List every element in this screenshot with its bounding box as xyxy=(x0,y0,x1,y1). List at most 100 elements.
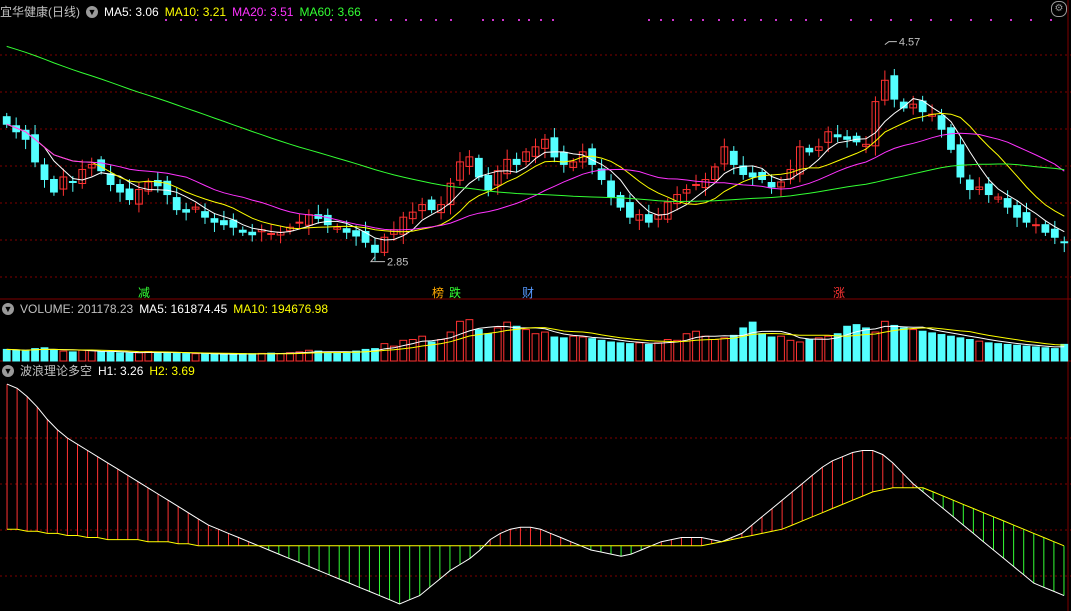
volume-bar xyxy=(729,334,738,362)
volume-bar xyxy=(626,343,634,362)
volume-bar xyxy=(673,339,682,362)
volume-bar xyxy=(1050,348,1059,362)
volume-bar xyxy=(50,348,58,362)
volume-bar xyxy=(588,338,597,362)
signal-dot xyxy=(660,19,662,21)
signal-dot xyxy=(482,19,484,21)
volume-bar xyxy=(21,350,30,362)
candle-body xyxy=(116,184,124,193)
signal-dot xyxy=(970,19,972,21)
volume-bar xyxy=(644,343,653,362)
candle-body xyxy=(68,180,77,183)
volume-bar xyxy=(172,352,181,362)
signal-dot xyxy=(405,19,407,21)
volume-bar xyxy=(805,339,814,362)
volume-bar xyxy=(748,321,757,362)
volume-bar xyxy=(956,337,965,362)
signal-dot xyxy=(890,19,892,21)
signal-dot xyxy=(805,19,807,21)
volume-bar xyxy=(12,349,21,362)
marker-rise[interactable]: 涨 xyxy=(833,286,845,300)
volume-bar xyxy=(711,339,719,362)
ma5-line xyxy=(6,98,1065,241)
volume-bar xyxy=(843,325,852,362)
candle-body xyxy=(106,173,115,186)
candle-body xyxy=(371,244,379,253)
volume-bar xyxy=(692,330,700,362)
signal-dot xyxy=(375,19,377,21)
volume-bar xyxy=(78,349,87,362)
candle-body xyxy=(937,115,946,130)
volume-bar xyxy=(163,352,172,362)
signal-dot xyxy=(910,19,912,21)
candle-body xyxy=(361,230,370,243)
signal-dot xyxy=(690,19,692,21)
volume-bar xyxy=(229,353,238,362)
volume-bar xyxy=(1032,346,1040,362)
volume-bar xyxy=(824,335,833,362)
marker-fall[interactable]: 跌 xyxy=(449,286,461,300)
volume-bar xyxy=(786,339,795,362)
volume-bar xyxy=(512,325,521,362)
candle-body xyxy=(427,199,436,211)
volume-bar xyxy=(559,337,568,362)
signal-dot xyxy=(990,19,992,21)
low-price-label: 2.85 xyxy=(387,257,408,269)
volume-bar xyxy=(135,352,143,362)
volume-bar xyxy=(418,335,427,362)
volume-bar xyxy=(937,334,946,362)
volume-bar xyxy=(68,351,77,362)
volume-bar xyxy=(323,352,332,362)
volume-bar xyxy=(182,353,191,362)
vol-ma5-readout: MA5: 161874.45 xyxy=(139,302,228,316)
signal-dot xyxy=(930,19,932,21)
candle-body xyxy=(692,184,700,187)
candle-body xyxy=(2,116,11,125)
volume-bar xyxy=(947,335,955,362)
signal-dot xyxy=(502,19,504,21)
volume-bars xyxy=(2,319,1069,362)
signal-dot xyxy=(435,19,437,21)
volume-bar xyxy=(248,353,257,362)
ma60-line xyxy=(6,45,1065,203)
low-pointer xyxy=(369,256,385,263)
signal-dot xyxy=(744,19,746,21)
candle-body xyxy=(956,144,965,178)
candle-body xyxy=(512,158,521,165)
vol-ma10-readout: MA10: 194676.98 xyxy=(233,302,329,316)
volume-bar xyxy=(871,331,880,362)
volume-bar xyxy=(862,327,870,362)
candle-body xyxy=(248,231,257,236)
signal-dot xyxy=(528,19,530,21)
volume-bar xyxy=(616,342,625,362)
candle-body xyxy=(833,134,842,138)
candle-body xyxy=(843,136,852,140)
volume-readout: VOLUME: 201178.23 xyxy=(20,302,134,316)
marker-reduce[interactable]: 减 xyxy=(138,286,150,300)
marker-rank[interactable]: 榜 xyxy=(432,286,444,300)
candle-body xyxy=(984,183,993,196)
signal-dot xyxy=(775,19,777,21)
candle-body xyxy=(1060,241,1069,244)
volume-bar xyxy=(578,336,587,362)
volume-bar xyxy=(210,353,219,362)
dropdown-icon[interactable]: ▼ xyxy=(86,6,98,18)
volume-bar xyxy=(2,348,11,362)
candle-body xyxy=(559,151,568,165)
ma20-readout: MA20: 3.51 xyxy=(232,5,294,19)
dropdown-icon[interactable]: ▼ xyxy=(2,303,14,315)
volume-bar xyxy=(380,343,389,362)
volume-panel-header: ▼ VOLUME: 201178.23 MA5: 161874.45 MA10:… xyxy=(0,301,334,317)
candle-body xyxy=(210,218,219,223)
volume-bar xyxy=(852,324,861,362)
high-price-label: 4.57 xyxy=(899,37,920,49)
candle-body xyxy=(1050,228,1059,238)
price-panel-header: 宜华健康(日线) ▼ MA5: 3.06 MA10: 3.21 MA20: 3.… xyxy=(0,4,367,20)
marker-finance[interactable]: 财 xyxy=(522,286,534,300)
dropdown-icon[interactable]: ▼ xyxy=(2,365,14,377)
volume-bar xyxy=(654,342,663,362)
signal-dot xyxy=(518,19,520,21)
volume-bar xyxy=(682,333,691,362)
settings-icon[interactable]: ⚙ xyxy=(1051,1,1067,17)
signal-dot xyxy=(390,19,392,21)
